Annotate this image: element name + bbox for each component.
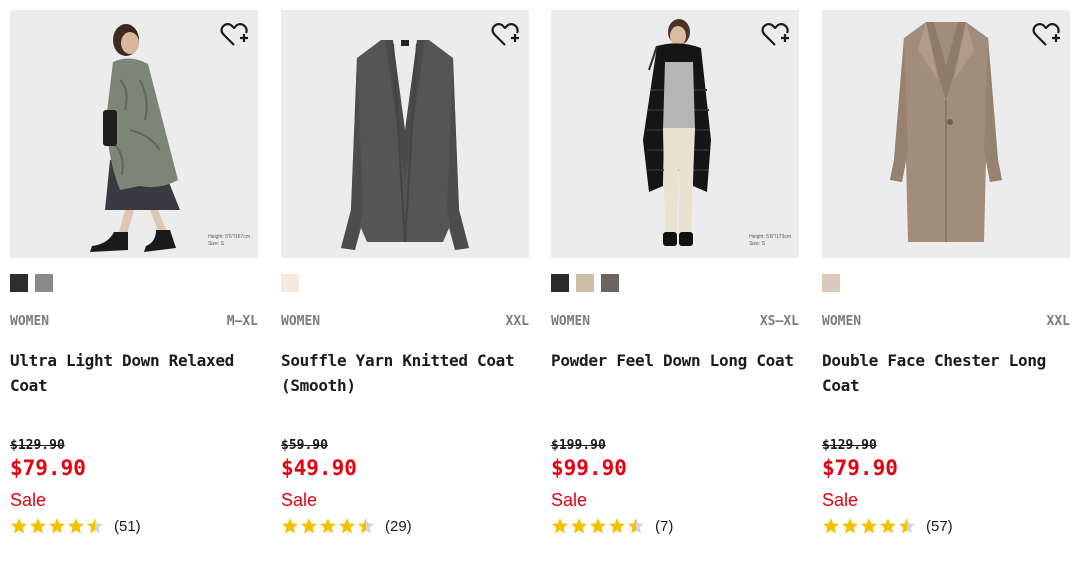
product-grid: Height: 5'6"/167cm Size: S WOMEN M–XL Ul… <box>0 0 1080 575</box>
star-rating <box>281 517 375 535</box>
sale-price: $79.90 <box>822 456 898 480</box>
color-swatch[interactable] <box>822 274 840 292</box>
size-range: XXL <box>1046 314 1070 329</box>
star-icon <box>320 518 336 534</box>
original-price: $199.90 <box>551 438 606 453</box>
star-icon <box>301 518 317 534</box>
rating[interactable]: (7) <box>551 515 673 537</box>
model-height: Height: 5'8"/173cm <box>749 234 791 240</box>
sale-label: Sale <box>822 490 859 510</box>
star-rating <box>822 517 916 535</box>
color-swatches <box>822 274 840 292</box>
color-swatch[interactable] <box>576 274 594 292</box>
sale-label: Sale <box>281 490 318 510</box>
gender-label: WOMEN <box>551 314 591 329</box>
product-image[interactable] <box>281 10 529 258</box>
rating[interactable]: (57) <box>822 515 953 537</box>
product-image[interactable]: Height: 5'8"/173cm Size: S <box>551 10 799 258</box>
color-swatch[interactable] <box>601 274 619 292</box>
gender-label: WOMEN <box>10 314 50 329</box>
star-icon <box>49 518 65 534</box>
star-icon <box>590 518 606 534</box>
color-swatch[interactable] <box>35 274 53 292</box>
sale-price: $79.90 <box>10 456 86 480</box>
heart-plus-icon[interactable] <box>761 22 789 48</box>
star-icon <box>861 518 877 534</box>
product-image[interactable]: Height: 5'6"/167cm Size: S <box>10 10 258 258</box>
original-price: $129.90 <box>10 438 65 453</box>
review-count: (7) <box>655 517 674 535</box>
model-info: Height: 5'6"/167cm Size: S <box>208 234 250 248</box>
model-height: Height: 5'6"/167cm <box>208 234 250 240</box>
star-icon <box>552 518 568 534</box>
size-range: XS–XL <box>759 314 799 329</box>
heart-plus-icon[interactable] <box>1032 22 1060 48</box>
star-icon <box>11 518 27 534</box>
color-swatch[interactable] <box>551 274 569 292</box>
product-title[interactable]: Double Face Chester Long Coat <box>822 348 1072 398</box>
product-title[interactable]: Souffle Yarn Knitted Coat (Smooth) <box>281 348 531 398</box>
sale-label: Sale <box>551 490 588 510</box>
sale-price: $49.90 <box>281 456 357 480</box>
star-icon <box>358 518 374 534</box>
product-meta: WOMEN XXL <box>822 314 1070 332</box>
color-swatch[interactable] <box>281 274 299 292</box>
product-meta: WOMEN XXL <box>281 314 529 332</box>
color-swatches <box>281 274 299 292</box>
star-icon <box>87 518 103 534</box>
product-title[interactable]: Ultra Light Down Relaxed Coat <box>10 348 260 398</box>
rating[interactable]: (51) <box>10 515 141 537</box>
rating[interactable]: (29) <box>281 515 412 537</box>
model-size: Size: S <box>208 241 224 247</box>
sale-price: $99.90 <box>551 456 627 480</box>
star-icon <box>628 518 644 534</box>
star-rating <box>10 517 104 535</box>
heart-plus-icon[interactable] <box>491 22 519 48</box>
product-card[interactable]: WOMEN XXL Souffle Yarn Knitted Coat (Smo… <box>281 10 529 535</box>
star-icon <box>842 518 858 534</box>
gender-label: WOMEN <box>822 314 862 329</box>
product-card[interactable]: Height: 5'6"/167cm Size: S WOMEN M–XL Ul… <box>10 10 258 535</box>
heart-plus-icon[interactable] <box>220 22 248 48</box>
star-icon <box>571 518 587 534</box>
star-icon <box>68 518 84 534</box>
star-rating <box>551 517 645 535</box>
model-size: Size: S <box>749 241 765 247</box>
product-meta: WOMEN M–XL <box>10 314 258 332</box>
product-meta: WOMEN XS–XL <box>551 314 799 332</box>
gender-label: WOMEN <box>281 314 321 329</box>
color-swatches <box>551 274 619 292</box>
star-icon <box>30 518 46 534</box>
original-price: $129.90 <box>822 438 877 453</box>
star-icon <box>899 518 915 534</box>
star-icon <box>823 518 839 534</box>
star-icon <box>609 518 625 534</box>
product-card[interactable]: WOMEN XXL Double Face Chester Long Coat … <box>822 10 1070 535</box>
review-count: (57) <box>926 517 953 535</box>
star-icon <box>339 518 355 534</box>
product-image[interactable] <box>822 10 1070 258</box>
original-price: $59.90 <box>281 438 328 453</box>
product-title[interactable]: Powder Feel Down Long Coat <box>551 348 801 373</box>
sale-label: Sale <box>10 490 47 510</box>
star-icon <box>880 518 896 534</box>
review-count: (29) <box>385 517 412 535</box>
color-swatch[interactable] <box>10 274 28 292</box>
review-count: (51) <box>114 517 141 535</box>
model-info: Height: 5'8"/173cm Size: S <box>749 234 791 248</box>
product-card[interactable]: Height: 5'8"/173cm Size: S WOMEN XS–XL P… <box>551 10 799 535</box>
star-icon <box>282 518 298 534</box>
size-range: M–XL <box>226 314 258 329</box>
size-range: XXL <box>505 314 529 329</box>
color-swatches <box>10 274 53 292</box>
